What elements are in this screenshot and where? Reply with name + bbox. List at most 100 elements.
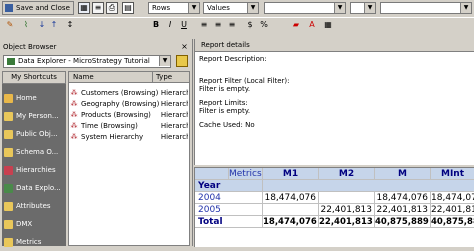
report-filter-value: Filter is empty. <box>199 85 251 93</box>
align-right-icon[interactable]: ≡ <box>226 19 238 31</box>
row-label-2005[interactable]: 2005 <box>195 204 263 216</box>
cell-total-m: 40,875,889 <box>375 216 431 228</box>
folder-icon <box>4 219 13 229</box>
folder-icon <box>4 147 13 157</box>
values-select[interactable]: Values ▼ <box>203 2 259 14</box>
size-select[interactable]: ▼ <box>350 2 376 14</box>
hierarchy-icon: ⁂ <box>70 100 78 108</box>
data-explorer-icon <box>4 183 13 193</box>
report-details-panel: Report details Report Description: Repor… <box>194 39 474 165</box>
hierarchy-icon: ⁂ <box>70 122 78 130</box>
save-icon <box>5 4 13 12</box>
up-folder-icon[interactable] <box>176 55 188 67</box>
my-shortcuts-button[interactable]: My Shortcuts <box>2 71 66 84</box>
font-select[interactable]: ▼ <box>264 2 346 14</box>
cell-2004-m: 18,474,076 <box>375 192 431 204</box>
chevron-down-icon: ▼ <box>334 3 345 13</box>
shortcut-schema-objects[interactable]: Schema O... <box>4 143 62 161</box>
print-icon[interactable]: ⎙ <box>106 2 118 14</box>
style-select[interactable]: ▼ <box>380 2 472 14</box>
report-grid: Metrics M1 M2 M MInt Year 2004 18,474,07… <box>194 167 474 247</box>
align-center-icon[interactable]: ≡ <box>212 19 224 31</box>
home-icon <box>4 93 13 103</box>
chart-icon[interactable]: ⌇ <box>20 19 32 31</box>
borders-icon[interactable]: ▦ <box>322 19 334 31</box>
location-select[interactable]: Data Explorer - MicroStrategy Tutorial ▼ <box>3 55 171 68</box>
shortcut-dmx[interactable]: DMX <box>4 215 62 233</box>
column-header-m[interactable]: M <box>375 168 431 180</box>
report-details-title: Report details <box>201 41 250 49</box>
cell-total-m1: 18,474,076 <box>263 216 319 228</box>
cell-2004-m1: 18,474,076 <box>263 192 319 204</box>
report-details-header: Report details <box>195 39 474 52</box>
percent-icon[interactable]: % <box>258 19 270 31</box>
folder-icon <box>4 111 13 121</box>
row-label-2004[interactable]: 2004 <box>195 192 263 204</box>
rows-select[interactable]: Rows ▼ <box>148 2 200 14</box>
shortcut-hierarchies[interactable]: Hierarchies <box>4 161 62 179</box>
shortcut-my-personal[interactable]: My Person... <box>4 107 62 125</box>
cell-total-m2: 22,401,813 <box>319 216 375 228</box>
report-filter-label: Report Filter (Local Filter): <box>199 77 290 85</box>
bold-icon[interactable]: B <box>150 19 162 31</box>
formatting-toolbar: ✎ ⌇ ↓ ↑ ↕ B I U ≡ ≡ ≡ $ % ▰ A ▦ <box>0 17 474 33</box>
arrow-up-icon[interactable]: ↑ <box>48 19 60 31</box>
fill-color-icon[interactable]: ▰ <box>290 19 302 31</box>
wizard-icon[interactable]: ✎ <box>4 19 16 31</box>
folder-icon <box>4 129 13 139</box>
cell-2005-m2: 22,401,813 <box>319 204 375 216</box>
column-header-name[interactable]: Name <box>69 72 153 83</box>
sort-ascending-icon[interactable]: ↕ <box>64 19 76 31</box>
object-browser-title: Object Browser <box>3 43 57 51</box>
list-item[interactable]: ⁂Geography (Browsing)Hierarchy <box>70 99 189 109</box>
data-explorer-icon <box>7 57 15 65</box>
main-toolbar: Save and Close ▦ ≡ ⎙ ▤ Rows ▼ Values ▼ ▼ ▼… <box>0 0 474 16</box>
list-item[interactable]: ⁂System HierarchyHierarchy <box>70 132 189 142</box>
arrow-down-icon[interactable]: ↓ <box>36 19 48 31</box>
chevron-down-icon: ▼ <box>188 3 199 13</box>
cell-2005-mint: 22,401,813 <box>431 204 474 216</box>
shortcut-metrics[interactable]: Metrics <box>4 233 62 251</box>
italic-icon[interactable]: I <box>164 19 176 31</box>
hierarchy-icon: ⁂ <box>70 89 78 97</box>
report-description-label: Report Description: <box>199 55 267 63</box>
row-header-year[interactable]: Year <box>195 180 263 192</box>
list-item[interactable]: ⁂Time (Browsing)Hierarchy <box>70 121 189 131</box>
report-limits-value: Filter is empty. <box>199 107 251 115</box>
column-header-type[interactable]: Type <box>153 72 189 83</box>
underline-icon[interactable]: U <box>178 19 190 31</box>
folder-icon <box>4 237 13 247</box>
grid-view-icon[interactable]: ▤ <box>122 2 134 14</box>
shortcut-data-explorer[interactable]: Data Explo... <box>4 179 62 197</box>
report-icon[interactable]: ▦ <box>78 2 90 14</box>
cell-2004-m2 <box>319 192 375 204</box>
sql-icon[interactable]: ≡ <box>92 2 104 14</box>
list-item[interactable]: ⁂Customers (Browsing)Hierarchy <box>70 88 189 98</box>
save-label: Save and Close <box>16 4 70 12</box>
chevron-down-icon: ▼ <box>247 3 258 13</box>
shortcut-attributes[interactable]: Attributes <box>4 197 62 215</box>
font-color-icon[interactable]: A <box>306 19 318 31</box>
row-label-total[interactable]: Total <box>195 216 263 228</box>
cell-total-mint: 40,875,889 <box>431 216 474 228</box>
close-icon[interactable]: × <box>180 42 189 51</box>
chevron-down-icon: ▼ <box>460 3 471 13</box>
report-details-text: Report Description: Report Filter (Local… <box>199 55 471 129</box>
align-left-icon[interactable]: ≡ <box>198 19 210 31</box>
report-limits-label: Report Limits: <box>199 99 248 107</box>
column-header-m2[interactable]: M2 <box>319 168 375 180</box>
list-item[interactable]: ⁂Products (Browsing)Hierarchy <box>70 110 189 120</box>
save-and-close-button[interactable]: Save and Close <box>2 1 74 15</box>
column-header-m1[interactable]: M1 <box>263 168 319 180</box>
cell-2004-mint: 18,474,076 <box>431 192 474 204</box>
metrics-header[interactable]: Metrics <box>229 168 263 180</box>
currency-icon[interactable]: $ <box>244 19 256 31</box>
folder-icon <box>4 201 13 211</box>
hierarchy-icon: ⁂ <box>70 111 78 119</box>
cell-2005-m1 <box>263 204 319 216</box>
shortcut-home[interactable]: Home <box>4 89 62 107</box>
shortcut-public-objects[interactable]: Public Obj... <box>4 125 62 143</box>
hierarchy-icon: ⁂ <box>70 133 78 141</box>
column-header-mint[interactable]: MInt <box>431 168 474 180</box>
